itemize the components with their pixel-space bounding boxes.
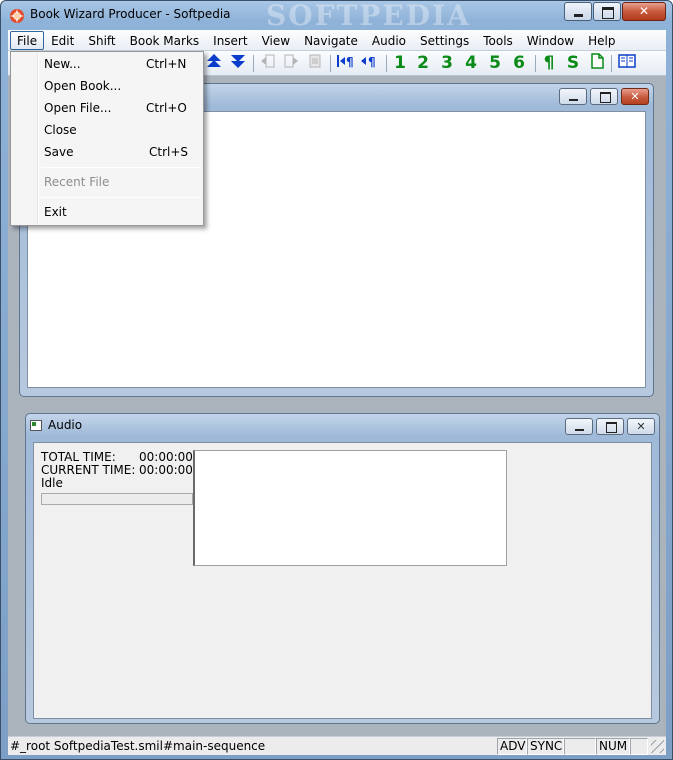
page-green-icon <box>591 53 604 69</box>
section-button[interactable]: S <box>564 53 582 73</box>
minimize-button[interactable] <box>564 2 592 21</box>
menu-file[interactable]: File <box>10 30 45 50</box>
new-page-button[interactable] <box>588 53 606 73</box>
menu-settings[interactable]: Settings <box>413 31 476 50</box>
status-bar: #_root SoftpediaTest.smil#main-sequence … <box>8 736 666 755</box>
book-button[interactable] <box>617 53 637 73</box>
open-file-label: Open File... <box>44 101 112 115</box>
document-window-buttons: ✕ <box>556 88 649 105</box>
menu-tools[interactable]: Tools <box>476 31 520 50</box>
document-minimize-button[interactable] <box>559 88 587 105</box>
paragraph-left-icon: ¶ <box>337 55 354 69</box>
status-num: NUM <box>596 738 630 755</box>
open-file-shortcut: Ctrl+O <box>146 101 187 115</box>
audio-waveform-panel[interactable] <box>193 450 507 566</box>
audio-window-title: Audio <box>48 418 83 432</box>
menu-window[interactable]: Window <box>520 31 581 50</box>
save-label: Save <box>44 145 74 159</box>
heading-6-button[interactable]: 6 <box>510 53 528 73</box>
app-window: Book Wizard Producer - Softpedia SOFTPED… <box>0 0 673 760</box>
menu-navigate[interactable]: Navigate <box>297 31 365 50</box>
close-icon: ✕ <box>630 90 640 103</box>
app-logo-icon <box>10 9 24 23</box>
audio-maximize-button[interactable] <box>596 418 624 435</box>
svg-text:¶: ¶ <box>346 55 354 69</box>
menu-edit[interactable]: Edit <box>44 31 81 50</box>
heading-2-button[interactable]: 2 <box>414 53 432 73</box>
menu-book-marks[interactable]: Book Marks <box>123 31 207 50</box>
new-shortcut: Ctrl+N <box>146 57 187 71</box>
file-menu-new[interactable]: New... Ctrl+N <box>13 54 201 74</box>
double-up-arrow-icon <box>207 54 221 67</box>
recent-file-label: Recent File <box>44 175 110 189</box>
paragraph-right-icon: ¶ <box>361 55 376 69</box>
menu-bar: File Edit Shift Book Marks Insert View N… <box>8 30 666 51</box>
close-icon: ✕ <box>638 4 650 18</box>
audio-panel-body: TOTAL TIME: 00:00:00 CURRENT TIME: 00:00… <box>33 442 652 719</box>
audio-window-icon <box>30 420 42 431</box>
audio-info: TOTAL TIME: 00:00:00 CURRENT TIME: 00:00… <box>41 451 193 490</box>
current-time-value: 00:00:00 <box>139 463 193 477</box>
new-label: New... <box>44 57 81 71</box>
menu-insert[interactable]: Insert <box>206 31 254 50</box>
heading-3-button[interactable]: 3 <box>438 53 456 73</box>
title-watermark: SOFTPEDIA <box>266 0 471 32</box>
menu-help[interactable]: Help <box>581 31 622 50</box>
page-right-icon <box>284 54 298 68</box>
page-icon[interactable] <box>305 53 325 73</box>
document-maximize-button[interactable] <box>590 88 618 105</box>
paragraph-button[interactable]: ¶ <box>540 53 558 73</box>
document-close-button[interactable]: ✕ <box>621 88 649 105</box>
audio-state: Idle <box>41 476 63 490</box>
close-label: Close <box>44 123 77 137</box>
status-scrl <box>630 738 648 755</box>
audio-window-buttons: ✕ <box>562 418 655 435</box>
heading-1-button[interactable]: 1 <box>391 53 409 73</box>
indent-right-icon[interactable] <box>281 53 301 73</box>
status-caps <box>564 738 596 755</box>
paragraph-forward-icon[interactable]: ¶ <box>360 53 380 73</box>
open-book-label: Open Book... <box>44 79 122 93</box>
menu-audio[interactable]: Audio <box>365 31 413 50</box>
exit-label: Exit <box>44 205 67 219</box>
heading-4-button[interactable]: 4 <box>462 53 480 73</box>
save-shortcut: Ctrl+S <box>149 145 189 159</box>
title-bar[interactable]: Book Wizard Producer - Softpedia SOFTPED… <box>1 0 672 32</box>
close-icon: ✕ <box>636 420 646 433</box>
close-button[interactable]: ✕ <box>622 2 666 21</box>
menu-shift[interactable]: Shift <box>81 31 122 50</box>
open-book-icon <box>618 54 636 68</box>
maximize-button[interactable] <box>593 2 621 21</box>
resize-grip-icon[interactable] <box>651 740 664 753</box>
file-menu-dropdown: New... Ctrl+N Open Book... Open File... … <box>10 51 204 226</box>
status-adv: ADV <box>497 738 527 755</box>
indent-left-icon[interactable] <box>258 53 278 73</box>
paragraph-back-icon[interactable]: ¶ <box>336 53 356 73</box>
menu-separator <box>41 197 201 198</box>
menu-view[interactable]: View <box>255 31 297 50</box>
page-left-icon <box>261 54 275 68</box>
audio-progress-bar[interactable] <box>41 493 193 505</box>
audio-minimize-button[interactable] <box>565 418 593 435</box>
double-down-arrow-icon <box>231 55 245 68</box>
move-up-icon[interactable] <box>204 53 224 73</box>
caption-buttons: ✕ <box>563 2 666 21</box>
menu-separator <box>41 167 201 168</box>
status-path: #_root SoftpediaTest.smil#main-sequence <box>10 739 266 753</box>
file-menu-exit[interactable]: Exit <box>13 202 201 222</box>
heading-5-button[interactable]: 5 <box>486 53 504 73</box>
status-sync: SYNC <box>527 738 564 755</box>
audio-close-button[interactable]: ✕ <box>627 418 655 435</box>
file-menu-recent-file: Recent File <box>13 172 201 192</box>
file-menu-open-book[interactable]: Open Book... <box>13 76 201 96</box>
move-down-icon[interactable] <box>228 53 248 73</box>
file-menu-open-file[interactable]: Open File... Ctrl+O <box>13 98 201 118</box>
audio-window: Audio ✕ TOTAL TIME: 00:00:00 CURRENT TIM… <box>25 413 660 724</box>
file-menu-save[interactable]: Save Ctrl+S <box>13 142 201 162</box>
document-gray-icon <box>309 54 321 68</box>
svg-text:¶: ¶ <box>368 55 376 69</box>
file-menu-close[interactable]: Close <box>13 120 201 140</box>
window-title: Book Wizard Producer - Softpedia <box>30 7 231 21</box>
